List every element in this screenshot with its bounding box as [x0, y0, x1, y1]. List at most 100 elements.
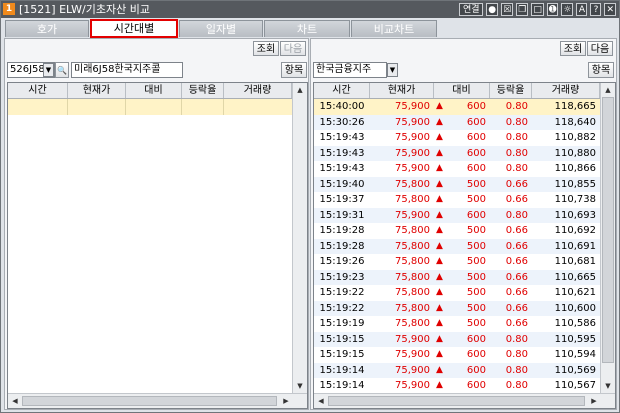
table-row[interactable]: 15:19:28 75,800 ▲ 500 0.66 110,692	[314, 223, 600, 239]
change-value: 500	[466, 225, 486, 236]
col-change[interactable]: 대비	[434, 83, 490, 98]
table-row[interactable]: 15:19:26 75,800 ▲ 500 0.66 110,681	[314, 254, 600, 270]
cell-time: 15:19:22	[319, 302, 365, 314]
col-volume[interactable]: 거래량	[532, 83, 600, 98]
cell-volume: 110,681	[554, 256, 596, 267]
cell-price: 75,900	[395, 116, 430, 128]
mic-icon[interactable]: ●	[486, 3, 499, 16]
change-value: 600	[466, 132, 486, 143]
cell-price: 75,800	[395, 318, 430, 329]
link-button[interactable]: 연결	[459, 3, 484, 16]
col-change[interactable]: 대비	[126, 83, 182, 98]
tab-by-time[interactable]: 시간대별	[90, 19, 178, 38]
table-row[interactable]: 15:19:40 75,800 ▲ 500 0.66 110,855	[314, 176, 600, 192]
col-rate[interactable]: 등락율	[182, 83, 224, 98]
scroll-down-icon[interactable]: ▼	[294, 380, 306, 392]
cell-time: 15:19:43	[319, 163, 365, 174]
next-button[interactable]: 다음	[587, 41, 613, 56]
search-icon[interactable]: 🔍	[55, 62, 69, 78]
cell-rate: 0.66	[505, 318, 528, 329]
change-value: 600	[466, 380, 486, 391]
font-icon[interactable]: A	[576, 3, 588, 16]
pin-icon[interactable]: ➊	[546, 3, 559, 16]
cell-time: 15:19:14	[319, 380, 365, 391]
table-row[interactable]: 15:19:15 75,900 ▲ 600 0.80 110,594	[314, 347, 600, 363]
table-row[interactable]: 15:19:14 75,900 ▲ 600 0.80 110,567	[314, 378, 600, 394]
cell-volume: 110,665	[554, 271, 596, 283]
scroll-up-icon[interactable]: ▲	[602, 84, 614, 96]
cell-volume: 110,866	[554, 163, 596, 174]
scroll-thumb[interactable]	[328, 396, 585, 406]
table-row[interactable]: 15:19:19 75,800 ▲ 500 0.66 110,586	[314, 316, 600, 332]
close-icon[interactable]: ✕	[604, 3, 616, 16]
help-icon[interactable]: ?	[590, 3, 602, 16]
change-value: 500	[466, 256, 486, 267]
scroll-thumb[interactable]	[602, 97, 614, 363]
up-arrow-icon: ▲	[436, 225, 443, 235]
table-row[interactable]: 15:19:37 75,800 ▲ 500 0.66 110,738	[314, 192, 600, 208]
item-button[interactable]: 항목	[588, 62, 614, 78]
vertical-scrollbar[interactable]: ▲ ▼	[600, 83, 615, 393]
col-volume[interactable]: 거래량	[224, 83, 292, 98]
tab-orderbook[interactable]: 호가	[5, 20, 89, 37]
stock-name-input[interactable]: 한국금융지주	[313, 62, 387, 78]
table-row[interactable]: 15:19:28 75,800 ▲ 500 0.66 110,691	[314, 238, 600, 254]
up-arrow-icon: ▲	[436, 302, 443, 313]
up-arrow-icon: ▲	[436, 380, 443, 390]
scroll-right-icon[interactable]: ▶	[588, 395, 600, 407]
window-title: [1521] ELW/기초자산 비교	[19, 3, 150, 16]
table-row[interactable]: 15:19:43 75,900 ▲ 600 0.80 110,866	[314, 161, 600, 177]
change-value: 500	[466, 287, 486, 298]
horizontal-scrollbar[interactable]: ◀ ▶	[8, 393, 307, 408]
settings-icon[interactable]: ☼	[561, 3, 574, 16]
scroll-thumb[interactable]	[22, 396, 277, 406]
up-arrow-icon: ▲	[436, 240, 443, 251]
scroll-left-icon[interactable]: ◀	[315, 395, 327, 407]
elw-name-field[interactable]: 미래6J58한국지주콜	[71, 62, 183, 78]
table-row[interactable]: 15:40:00 75,900 ▲ 600 0.80 118,665	[314, 99, 600, 115]
cell-price: 75,800	[395, 240, 430, 252]
query-button[interactable]: 조회	[253, 41, 279, 56]
col-price[interactable]: 현재가	[68, 83, 126, 98]
cell-price: 75,900	[395, 132, 430, 143]
grid-header: 시간 현재가 대비 등락율 거래량	[314, 83, 615, 99]
cell-rate: 0.66	[505, 271, 528, 283]
close-box-icon[interactable]: ☒	[501, 3, 514, 16]
table-row[interactable]: 15:19:22 75,800 ▲ 500 0.66 110,621	[314, 285, 600, 301]
horizontal-scrollbar[interactable]: ◀ ▶	[314, 393, 615, 408]
col-time[interactable]: 시간	[8, 83, 68, 98]
query-button[interactable]: 조회	[560, 41, 586, 56]
table-row[interactable]: 15:19:31 75,900 ▲ 600 0.80 110,693	[314, 207, 600, 223]
tab-by-date[interactable]: 일자별	[179, 20, 263, 37]
table-row[interactable]: 15:19:22 75,800 ▲ 500 0.66 110,600	[314, 300, 600, 316]
col-price[interactable]: 현재가	[370, 83, 434, 98]
elw-panel: 조회 다음 526J58 ▼ 🔍 미래6J58한국지주콜 항목 시간 현재가 대…	[4, 38, 309, 410]
table-row[interactable]: 15:19:23 75,800 ▲ 500 0.66 110,665	[314, 269, 600, 285]
scroll-up-icon[interactable]: ▲	[294, 84, 306, 96]
next-button[interactable]: 다음	[280, 41, 306, 56]
vertical-scrollbar[interactable]: ▲ ▼	[292, 83, 307, 393]
table-row[interactable]: 15:19:15 75,900 ▲ 600 0.80 110,595	[314, 331, 600, 347]
window-icon[interactable]: □	[531, 3, 544, 16]
cell-volume: 118,640	[554, 116, 596, 128]
table-row[interactable]: 15:19:43 75,900 ▲ 600 0.80 110,882	[314, 130, 600, 146]
copy-icon[interactable]: ❐	[516, 3, 529, 16]
table-row[interactable]: 15:19:14 75,900 ▲ 600 0.80 110,569	[314, 362, 600, 378]
col-time[interactable]: 시간	[314, 83, 370, 98]
item-button[interactable]: 항목	[281, 62, 307, 78]
stock-dropdown-icon[interactable]: ▼	[387, 63, 398, 77]
cell-price: 75,800	[395, 271, 430, 283]
cell-price: 75,900	[395, 209, 430, 221]
tab-compare-chart[interactable]: 비교차트	[351, 20, 437, 37]
cell-volume: 110,569	[554, 364, 596, 376]
scroll-right-icon[interactable]: ▶	[280, 395, 292, 407]
cell-time: 15:19:43	[319, 147, 365, 159]
code-dropdown-icon[interactable]: ▼	[43, 63, 54, 77]
col-rate[interactable]: 등락율	[490, 83, 532, 98]
tab-chart[interactable]: 차트	[264, 20, 350, 37]
table-row[interactable]: 15:19:43 75,900 ▲ 600 0.80 110,880	[314, 145, 600, 161]
selected-empty-row[interactable]	[8, 99, 292, 115]
scroll-down-icon[interactable]: ▼	[602, 380, 614, 392]
table-row[interactable]: 15:30:26 75,900 ▲ 600 0.80 118,640	[314, 114, 600, 130]
scroll-left-icon[interactable]: ◀	[9, 395, 21, 407]
